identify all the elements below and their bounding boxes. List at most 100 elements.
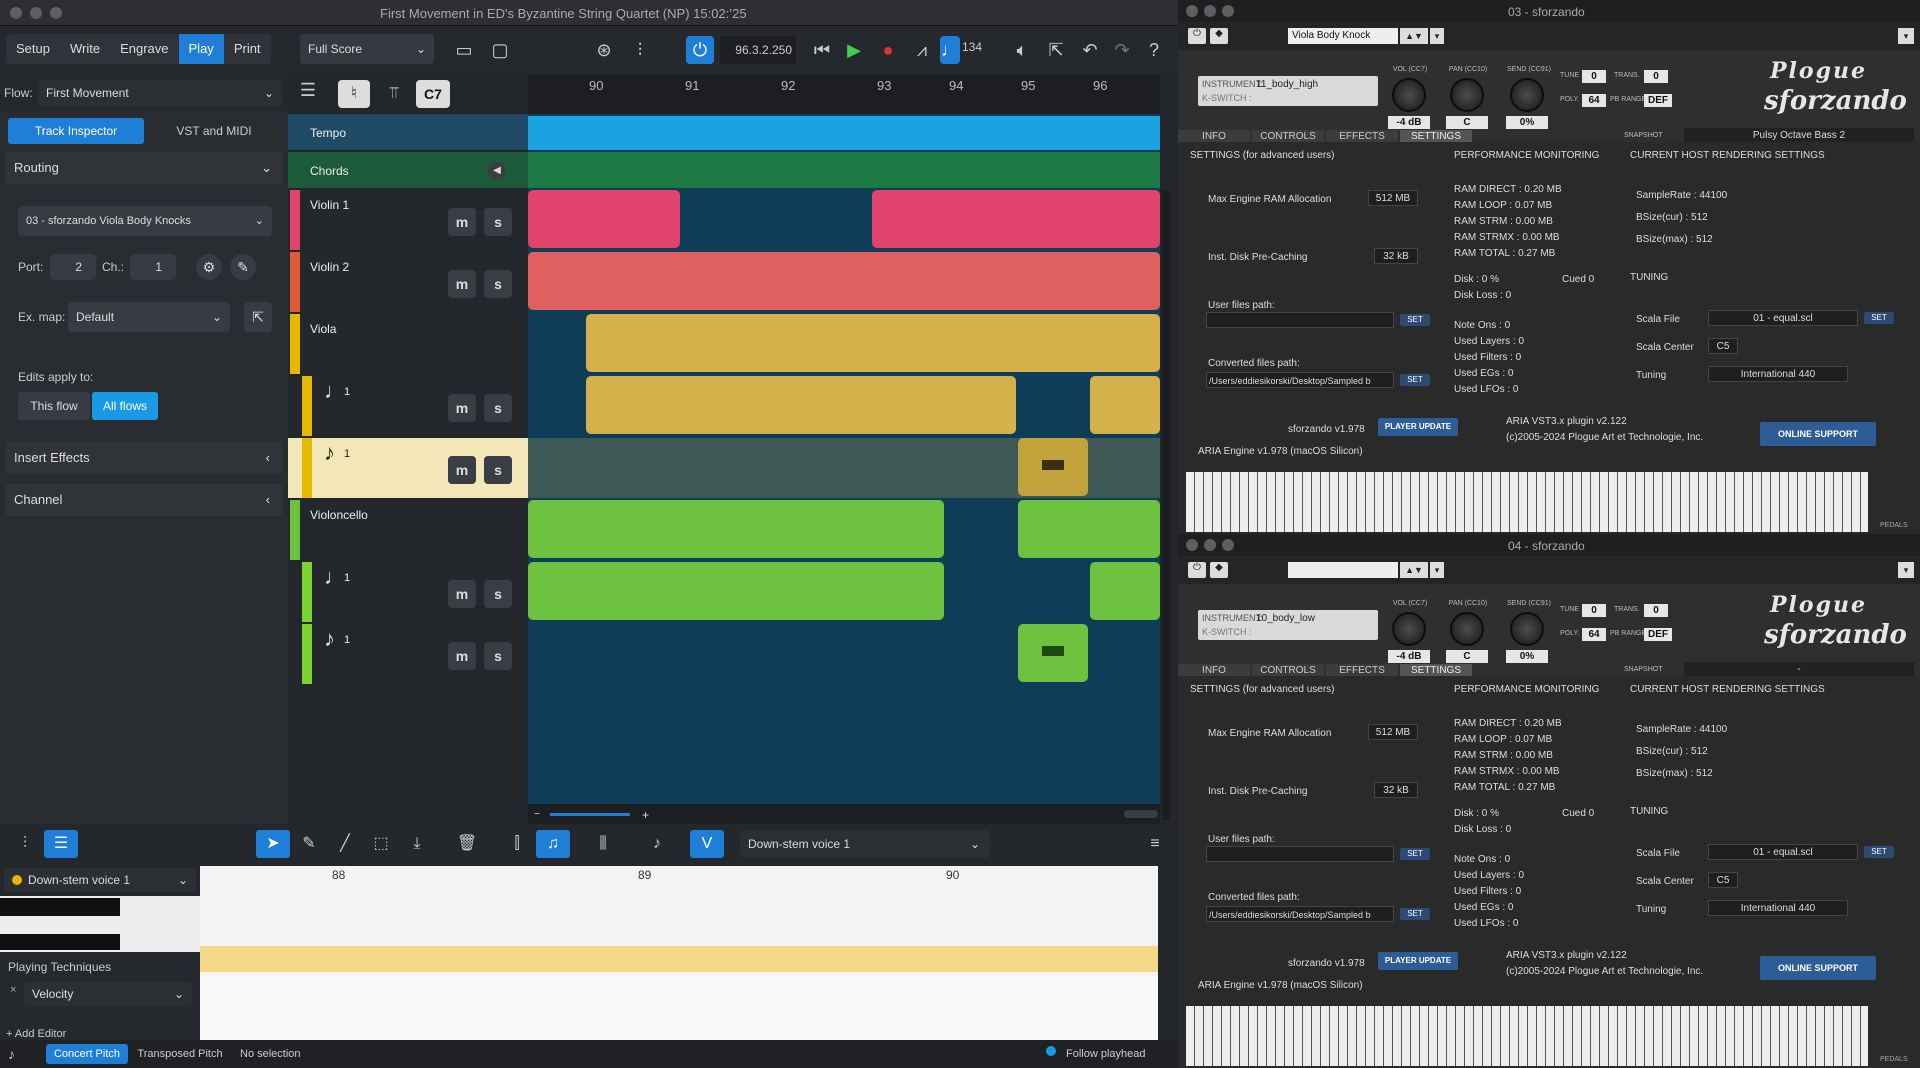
piano-keyboard[interactable] <box>1186 472 1868 532</box>
library-icon[interactable]: ⊛ <box>590 36 618 64</box>
close-window-button[interactable] <box>10 7 22 19</box>
tab-vst-midi[interactable]: VST and MIDI <box>148 118 280 144</box>
mode-engrave[interactable]: Engrave <box>110 34 178 64</box>
mode-print[interactable]: Print <box>224 34 271 64</box>
zoom-out-icon[interactable]: − <box>534 810 544 820</box>
note-input-icon[interactable]: ♪ <box>8 1046 15 1062</box>
note-region-violin1[interactable] <box>872 190 1160 248</box>
compare-icon[interactable]: ◆ <box>1210 562 1228 578</box>
minimize-window-button[interactable] <box>30 7 42 19</box>
mixer-icon[interactable]: ⫶ <box>8 830 42 858</box>
scala-file-field[interactable]: 01 - equal.scl <box>1708 310 1858 326</box>
zoom-slider[interactable] <box>550 813 630 816</box>
tempo-mode-icon[interactable]: ♩ <box>940 36 960 64</box>
poly-value[interactable]: 64 <box>1582 94 1606 107</box>
record-icon[interactable]: ● <box>874 36 902 64</box>
flow-selector[interactable]: First Movement ⌄ <box>38 80 282 106</box>
track-header-cello-voice-up[interactable]: ♩ 1 m s <box>288 562 528 622</box>
key-editor-icon[interactable]: ☰ <box>44 830 78 858</box>
note-region-violin2[interactable] <box>528 252 1160 310</box>
note-region-cello-voice[interactable] <box>1090 562 1160 620</box>
metronome-icon[interactable]: ⩘ <box>908 36 936 64</box>
converted-files-field[interactable]: /Users/eddiesikorski/Desktop/Sampled b <box>1206 906 1394 922</box>
time-ruler[interactable]: 90 91 92 93 94 95 96 <box>528 74 1160 114</box>
power-icon[interactable]: ⏻ <box>1188 562 1206 578</box>
note-region-cello-down[interactable] <box>1018 624 1088 682</box>
close-window-button[interactable] <box>1186 5 1198 17</box>
playing-techniques-lane[interactable] <box>200 946 1158 972</box>
track-header-violin1[interactable]: Violin 1 m s <box>288 190 528 250</box>
note-region-violoncello[interactable] <box>1018 500 1160 558</box>
voice-selector[interactable]: Down-stem voice 1 ⌄ <box>740 830 990 858</box>
instrument-box[interactable]: INSTRUMENT: 11_body_high K-SWITCH : <box>1198 76 1378 106</box>
black-key[interactable] <box>0 898 120 916</box>
insert-tool-icon[interactable]: ⤓ <box>400 830 434 858</box>
trans-value[interactable]: 0 <box>1644 604 1668 617</box>
online-support-button[interactable]: ONLINE SUPPORT <box>1760 422 1876 446</box>
host-menu-icon[interactable]: ▾ <box>1898 562 1914 578</box>
note-length-icon[interactable]: ♪ <box>640 830 674 858</box>
mute-button[interactable]: m <box>448 270 476 298</box>
send-knob[interactable] <box>1510 78 1544 112</box>
mode-setup[interactable]: Setup <box>6 34 60 64</box>
zoom-window-button[interactable] <box>1222 5 1234 17</box>
player-update-button[interactable]: PLAYER UPDATE <box>1378 418 1458 436</box>
delete-icon[interactable]: 🗑︎ <box>450 830 484 858</box>
note-region-viola-down[interactable] <box>1018 438 1088 496</box>
edits-this-flow-button[interactable]: This flow <box>18 392 90 420</box>
channel-stepper[interactable]: 1 <box>130 254 176 280</box>
mode-write[interactable]: Write <box>60 34 110 64</box>
close-window-button[interactable] <box>1186 539 1198 551</box>
mute-button[interactable]: m <box>448 456 476 484</box>
set-scala-file-button[interactable]: SET <box>1864 312 1894 324</box>
add-editor-button[interactable]: + Add Editor <box>6 1028 66 1040</box>
set-converted-files-button[interactable]: SET <box>1400 908 1430 920</box>
preset-arrows-icon[interactable]: ▲▼ <box>1400 562 1428 578</box>
piano-keys[interactable] <box>0 896 200 952</box>
pbrange-value[interactable]: DEF <box>1644 628 1672 641</box>
mixer-icon[interactable]: ⫶ <box>626 36 654 64</box>
set-user-files-button[interactable]: SET <box>1400 848 1430 860</box>
track-header-viola-voice-down[interactable]: ♪ 1 m s <box>288 438 528 498</box>
voice-filter-icon[interactable]: V <box>690 830 724 858</box>
redo-icon[interactable]: ↷ <box>1108 36 1136 64</box>
marker-icon[interactable]: ⫪ <box>382 80 406 108</box>
select-tool-icon[interactable]: ➤ <box>256 830 290 858</box>
help-icon[interactable]: ? <box>1140 36 1168 64</box>
pedals[interactable]: PEDALS <box>1868 1006 1920 1066</box>
converted-files-field[interactable]: /Users/eddiesikorski/Desktop/Sampled b <box>1206 372 1394 388</box>
tune-value[interactable]: 0 <box>1582 604 1606 617</box>
transposed-pitch-button[interactable]: Transposed Pitch <box>132 1044 228 1064</box>
velocity-lane[interactable] <box>200 976 1158 1040</box>
scala-file-field[interactable]: 01 - equal.scl <box>1708 844 1858 860</box>
speaker-icon[interactable]: 🔈︎ <box>1008 36 1036 64</box>
scala-center-field[interactable]: C5 <box>1708 338 1738 354</box>
undo-icon[interactable]: ↶ <box>1076 36 1104 64</box>
preset-arrows-icon[interactable]: ▲▼ <box>1400 28 1428 44</box>
preset-menu-icon[interactable]: ▾ <box>1430 28 1444 44</box>
gear-icon[interactable]: ⚙ <box>196 254 222 280</box>
note-region-viola-voice[interactable] <box>586 376 1016 434</box>
mute-button[interactable]: m <box>448 394 476 422</box>
volume-knob[interactable] <box>1392 78 1426 112</box>
layout-selector[interactable]: Full Score ⌄ <box>300 34 434 64</box>
pan-knob[interactable] <box>1450 612 1484 646</box>
collapse-icon[interactable]: ◀ <box>488 162 506 180</box>
pedals[interactable]: PEDALS <box>1868 472 1920 532</box>
concert-pitch-button[interactable]: Concert Pitch <box>46 1044 128 1064</box>
channel-section[interactable]: Channel ‹ <box>6 484 282 516</box>
poly-value[interactable]: 64 <box>1582 628 1606 641</box>
host-menu-icon[interactable]: ▾ <box>1898 28 1914 44</box>
tuning-field[interactable]: International 440 <box>1708 900 1848 916</box>
mode-play[interactable]: Play <box>178 34 224 64</box>
note-region-violoncello[interactable] <box>528 500 944 558</box>
track-header-chords[interactable]: Chords ◀ <box>288 152 528 188</box>
zoom-window-button[interactable] <box>1222 539 1234 551</box>
set-scala-file-button[interactable]: SET <box>1864 846 1894 858</box>
note-region-cello-voice[interactable] <box>528 562 944 620</box>
editor-voice-selector[interactable]: Down-stem voice 1 ⌄ <box>4 868 196 892</box>
mute-button[interactable]: m <box>448 642 476 670</box>
mute-button[interactable]: m <box>448 208 476 236</box>
solo-button[interactable]: s <box>484 642 512 670</box>
set-user-files-button[interactable]: SET <box>1400 314 1430 326</box>
